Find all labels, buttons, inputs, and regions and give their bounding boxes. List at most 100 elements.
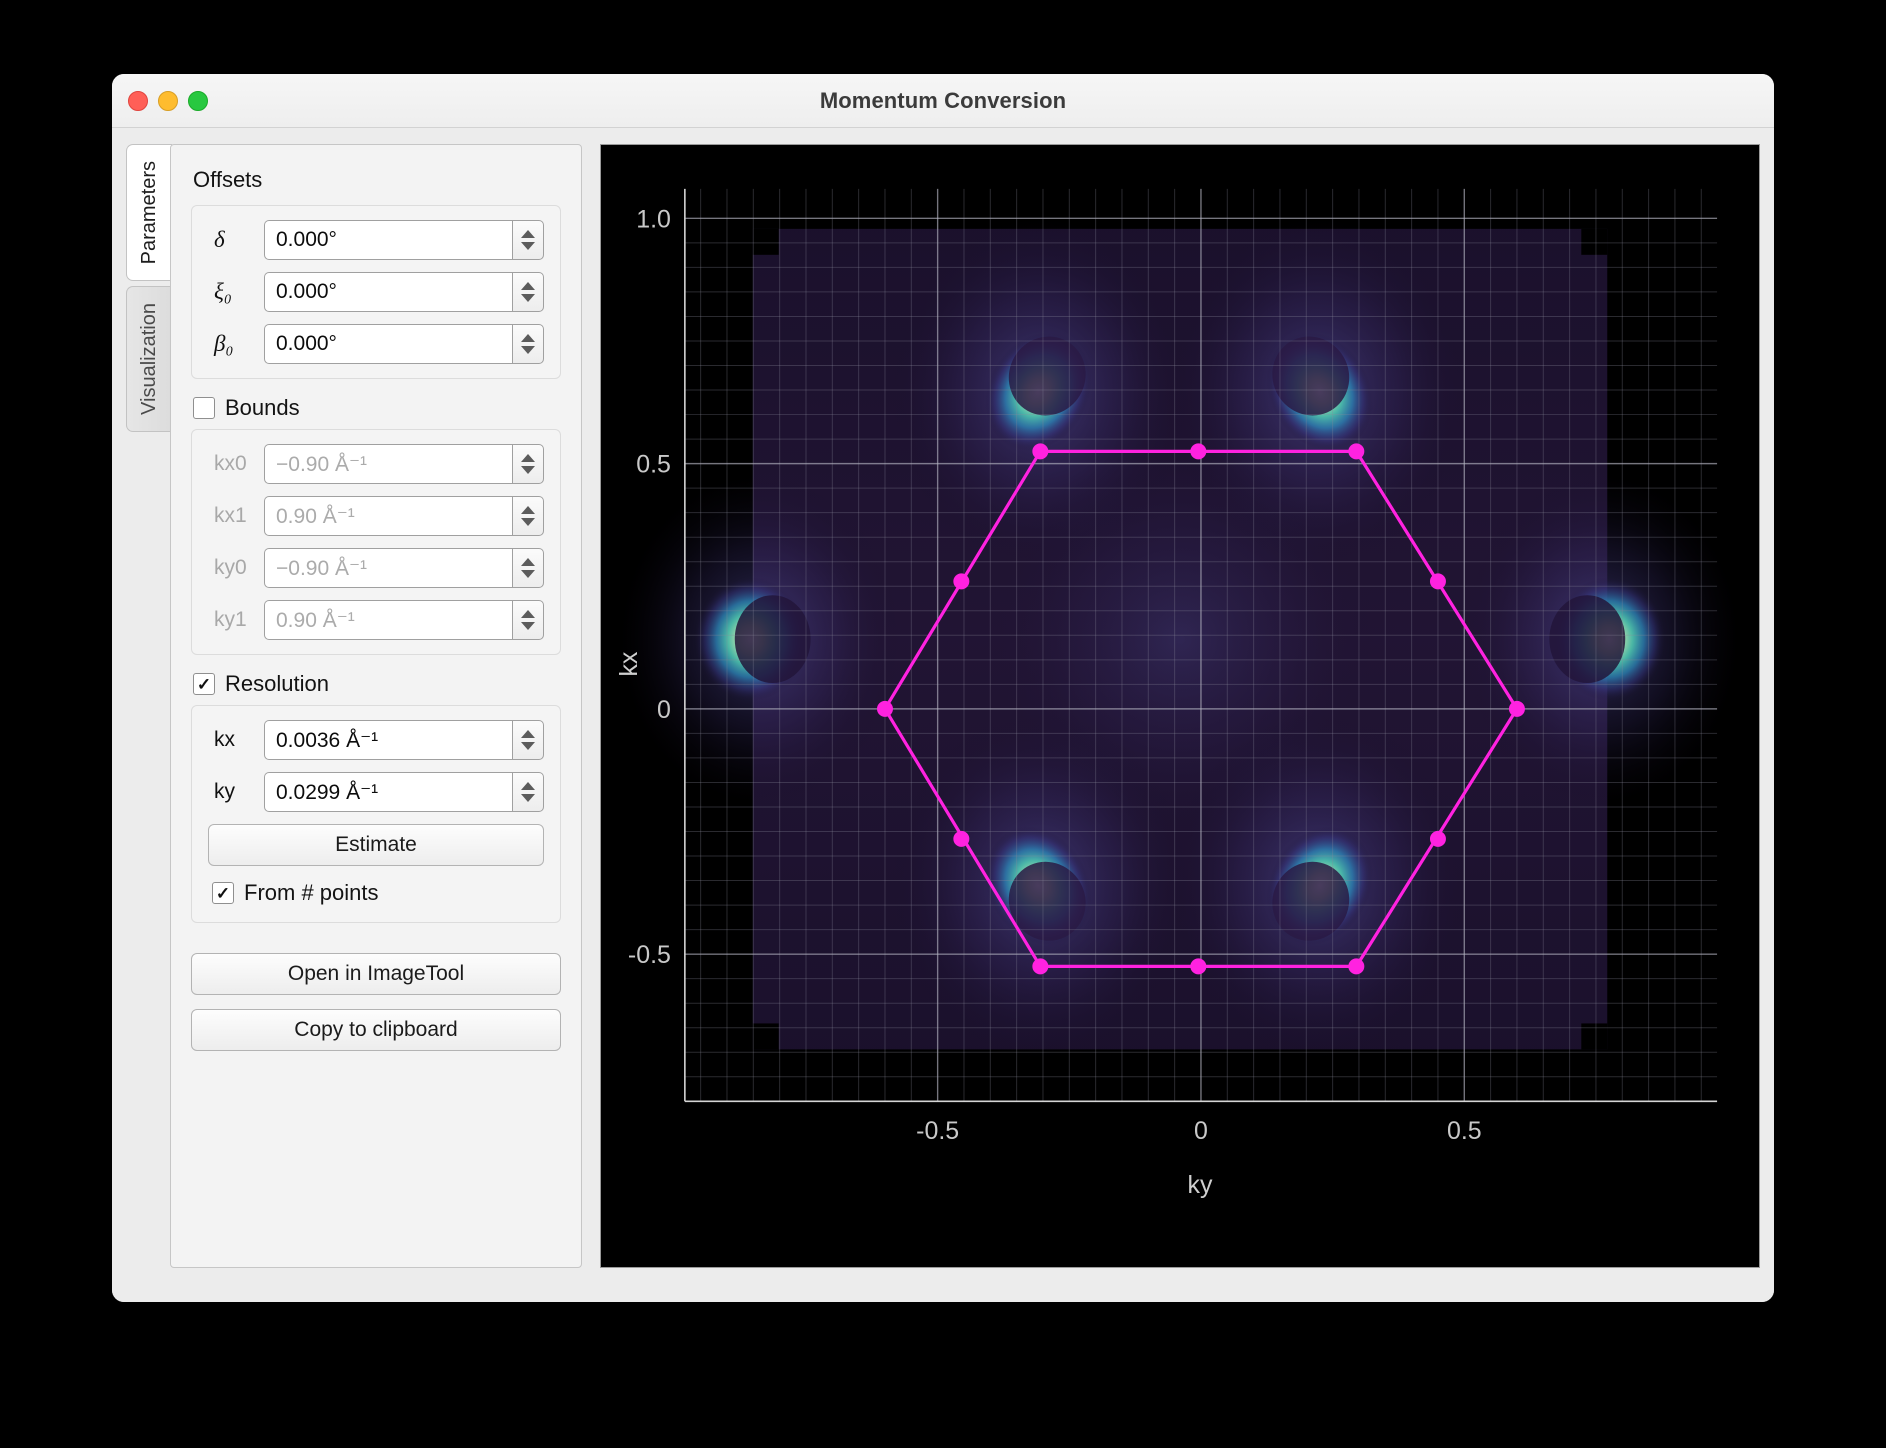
x-tick-label: -0.5: [916, 1117, 959, 1145]
chevron-down-icon[interactable]: [521, 622, 535, 630]
offset-label-beta0: β₀: [208, 331, 264, 357]
tab-visualization[interactable]: Visualization: [126, 286, 172, 432]
bounds-stepper-kx1[interactable]: [512, 496, 544, 536]
resolution-input-ky-wrap: 0.0299 Å⁻¹: [264, 772, 544, 812]
resolution-label: Resolution: [225, 671, 329, 697]
resolution-label-kx: kx: [208, 728, 264, 752]
y-tick-label: -0.5: [628, 941, 671, 969]
hexagon-vertex-marker[interactable]: [1190, 958, 1206, 974]
bounds-input-kx1[interactable]: 0.90 Å⁻¹: [264, 496, 512, 536]
tab-strip: Parameters Visualization: [126, 144, 172, 432]
bounds-row-kx0: kx0 −0.90 Å⁻¹: [208, 444, 544, 484]
hexagon-vertex-marker[interactable]: [1348, 443, 1364, 459]
bounds-label-kx1: kx1: [208, 504, 264, 528]
resolution-group: kx 0.0036 Å⁻¹ ky 0.0299 Å⁻¹: [191, 705, 561, 923]
y-tick-label: 0.5: [636, 451, 671, 479]
momentum-plot[interactable]: 1.00.50-0.5 -0.500.5 kx ky: [600, 144, 1760, 1268]
hexagon-vertex-marker[interactable]: [1032, 443, 1048, 459]
bounds-stepper-ky1[interactable]: [512, 600, 544, 640]
offset-stepper-beta0[interactable]: [512, 324, 544, 364]
window-titlebar: Momentum Conversion: [112, 74, 1774, 128]
hexagon-vertex-marker[interactable]: [1430, 831, 1446, 847]
resolution-checkbox[interactable]: ✓: [193, 673, 215, 695]
chevron-down-icon[interactable]: [521, 794, 535, 802]
parameters-panel: Offsets δ 0.000° ξ₀: [170, 144, 582, 1268]
hexagon-vertex-marker[interactable]: [1509, 701, 1525, 717]
chevron-up-icon[interactable]: [521, 558, 535, 566]
bounds-input-kx0-wrap: −0.90 Å⁻¹: [264, 444, 544, 484]
offset-stepper-xi0[interactable]: [512, 272, 544, 312]
resolution-input-ky[interactable]: 0.0299 Å⁻¹: [264, 772, 512, 812]
bounds-row-kx1: kx1 0.90 Å⁻¹: [208, 496, 544, 536]
hexagon-vertex-marker[interactable]: [1348, 958, 1364, 974]
parameters-panel-content: Offsets δ 0.000° ξ₀: [171, 145, 581, 939]
bounds-input-ky1-wrap: 0.90 Å⁻¹: [264, 600, 544, 640]
offset-stepper-delta[interactable]: [512, 220, 544, 260]
bounds-checkbox-row[interactable]: Bounds: [193, 395, 561, 421]
momentum-heatmap-svg[interactable]: 1.00.50-0.5 -0.500.5 kx ky: [601, 145, 1759, 1267]
from-points-checkbox-row[interactable]: ✓ From # points: [212, 880, 544, 906]
offset-input-delta[interactable]: 0.000°: [264, 220, 512, 260]
bounds-label-kx0: kx0: [208, 452, 264, 476]
hexagon-vertex-marker[interactable]: [877, 701, 893, 717]
bounds-row-ky1: ky1 0.90 Å⁻¹: [208, 600, 544, 640]
hexagon-vertex-marker[interactable]: [1032, 958, 1048, 974]
offset-input-xi0[interactable]: 0.000°: [264, 272, 512, 312]
chevron-down-icon[interactable]: [521, 518, 535, 526]
estimate-button[interactable]: Estimate: [208, 824, 544, 866]
bounds-input-kx1-wrap: 0.90 Å⁻¹: [264, 496, 544, 536]
offset-row-delta: δ 0.000°: [208, 220, 544, 260]
chevron-down-icon[interactable]: [521, 742, 535, 750]
offset-row-beta0: β₀ 0.000°: [208, 324, 544, 364]
chevron-up-icon[interactable]: [521, 282, 535, 290]
window-body: Parameters Visualization Offsets δ 0.000…: [112, 128, 1774, 1302]
resolution-input-kx[interactable]: 0.0036 Å⁻¹: [264, 720, 512, 760]
bounds-input-ky1[interactable]: 0.90 Å⁻¹: [264, 600, 512, 640]
tab-parameters[interactable]: Parameters: [126, 144, 172, 281]
hexagon-vertex-marker[interactable]: [953, 573, 969, 589]
bounds-input-ky0[interactable]: −0.90 Å⁻¹: [264, 548, 512, 588]
hexagon-vertex-marker[interactable]: [1430, 573, 1446, 589]
panel-action-buttons: Open in ImageTool Copy to clipboard: [171, 953, 581, 1051]
chevron-up-icon[interactable]: [521, 454, 535, 462]
offsets-group: δ 0.000° ξ₀ 0.000°: [191, 205, 561, 379]
bounds-label-ky1: ky1: [208, 608, 264, 632]
hexagon-vertex-marker[interactable]: [1190, 443, 1206, 459]
from-points-label: From # points: [244, 880, 379, 906]
bounds-label: Bounds: [225, 395, 300, 421]
chevron-up-icon[interactable]: [521, 506, 535, 514]
from-points-checkbox[interactable]: ✓: [212, 882, 234, 904]
chevron-down-icon[interactable]: [521, 466, 535, 474]
bounds-input-kx0[interactable]: −0.90 Å⁻¹: [264, 444, 512, 484]
chevron-up-icon[interactable]: [521, 230, 535, 238]
resolution-stepper-ky[interactable]: [512, 772, 544, 812]
window-title: Momentum Conversion: [112, 74, 1774, 128]
bounds-row-ky0: ky0 −0.90 Å⁻¹: [208, 548, 544, 588]
chevron-down-icon[interactable]: [521, 346, 535, 354]
bounds-stepper-kx0[interactable]: [512, 444, 544, 484]
chevron-up-icon[interactable]: [521, 730, 535, 738]
hexagon-vertex-marker[interactable]: [953, 831, 969, 847]
chevron-up-icon[interactable]: [521, 782, 535, 790]
offset-input-beta0-wrap: 0.000°: [264, 324, 544, 364]
chevron-down-icon[interactable]: [521, 570, 535, 578]
open-in-imagetool-button[interactable]: Open in ImageTool: [191, 953, 561, 995]
offset-row-xi0: ξ₀ 0.000°: [208, 272, 544, 312]
chevron-up-icon[interactable]: [521, 610, 535, 618]
offsets-title: Offsets: [193, 167, 561, 193]
chevron-down-icon[interactable]: [521, 294, 535, 302]
resolution-checkbox-row[interactable]: ✓ Resolution: [193, 671, 561, 697]
chevron-down-icon[interactable]: [521, 242, 535, 250]
resolution-row-ky: ky 0.0299 Å⁻¹: [208, 772, 544, 812]
bounds-stepper-ky0[interactable]: [512, 548, 544, 588]
bounds-checkbox[interactable]: [193, 397, 215, 419]
bounds-group: kx0 −0.90 Å⁻¹ kx1 0.90 Å⁻¹: [191, 429, 561, 655]
chevron-up-icon[interactable]: [521, 334, 535, 342]
resolution-row-kx: kx 0.0036 Å⁻¹: [208, 720, 544, 760]
offset-input-beta0[interactable]: 0.000°: [264, 324, 512, 364]
resolution-stepper-kx[interactable]: [512, 720, 544, 760]
copy-to-clipboard-button[interactable]: Copy to clipboard: [191, 1009, 561, 1051]
offset-input-xi0-wrap: 0.000°: [264, 272, 544, 312]
y-axis-label: kx: [615, 651, 643, 676]
offset-input-delta-wrap: 0.000°: [264, 220, 544, 260]
